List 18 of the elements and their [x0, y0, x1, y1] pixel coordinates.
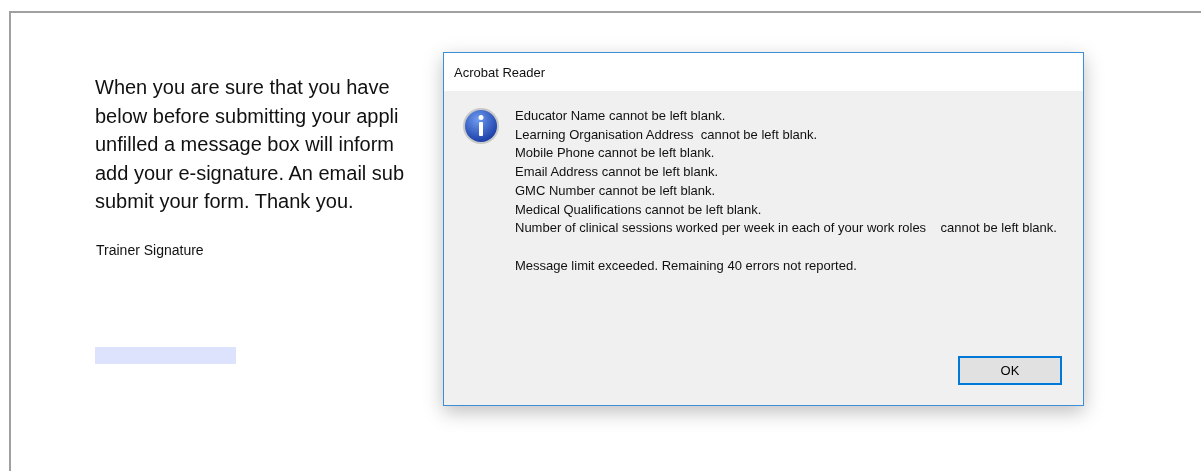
signature-label: Trainer Signature: [96, 241, 204, 260]
error-message: Educator Name cannot be left blank.: [515, 107, 727, 125]
paragraph-line: submit your form. Thank you.: [95, 189, 354, 214]
ok-button[interactable]: OK: [958, 356, 1062, 385]
error-message: Learning Organisation Address cannot be left blank.: [515, 125, 819, 144]
limit-message: Message limit exceeded. Remaining 40 errors not reported.: [515, 256, 858, 275]
paragraph-line: unfilled a message box will inform: [95, 132, 395, 157]
signature-field[interactable]: [95, 347, 236, 364]
error-message: GMC Number cannot be left blank.: [515, 181, 717, 200]
error-message: Mobile Phone cannot be left blank.: [515, 144, 716, 163]
error-message: Email Address cannot be left blank.: [515, 163, 720, 182]
paragraph-line: add your e-signature. An email sub: [95, 160, 405, 186]
info-icon: [462, 107, 500, 145]
error-message: Number of clinical sessions worked per week in each of your work roles cannot be left blank.: [515, 219, 1058, 238]
error-message: Medical Qualifications cannot be left blank.: [515, 200, 763, 219]
paragraph-line: When you are sure that you have: [95, 75, 390, 100]
paragraph-line: below before submitting your appli: [95, 103, 399, 129]
window-title: Acrobat Reader: [454, 65, 546, 80]
